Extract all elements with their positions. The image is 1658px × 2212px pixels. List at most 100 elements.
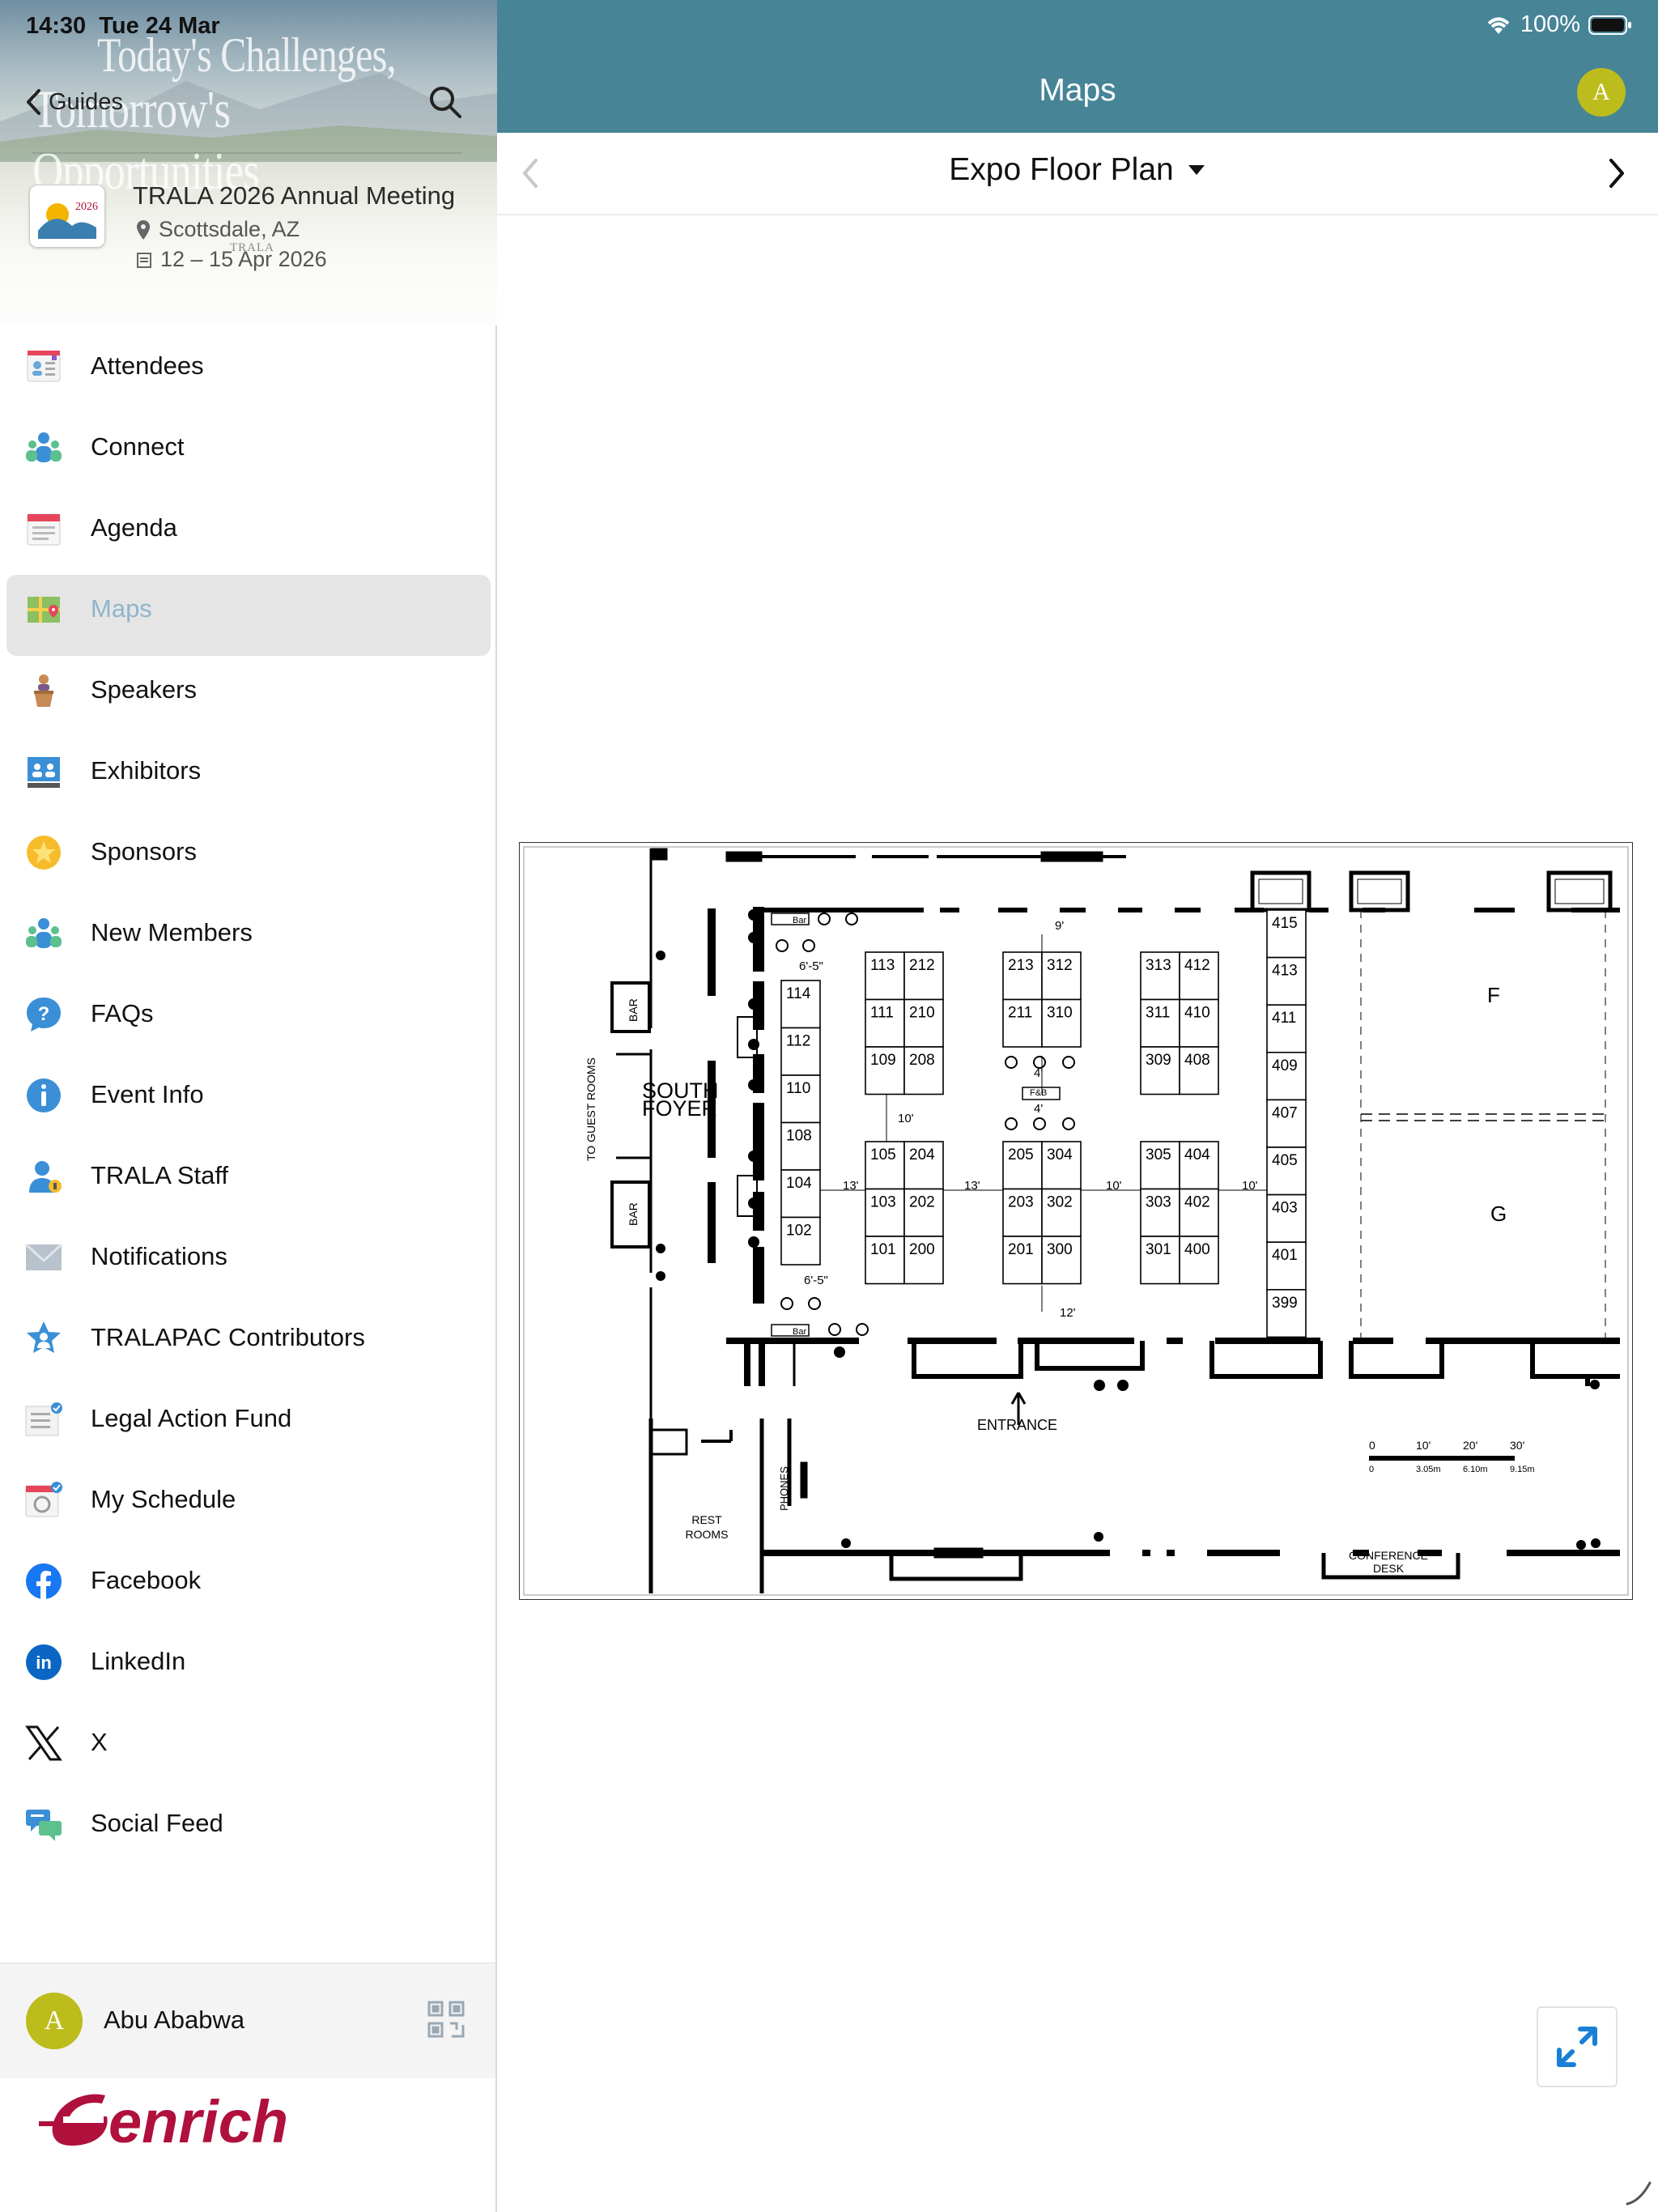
sidebar-item-legal-action-fund[interactable]: Legal Action Fund (0, 1378, 497, 1459)
booth-number: 101 (870, 1241, 896, 1258)
fullscreen-button[interactable] (1537, 2006, 1618, 2087)
svg-text:enrich: enrich (108, 2088, 288, 2155)
bar-small-label: Bar (793, 916, 806, 925)
bar-small-label: Bar (793, 1327, 806, 1337)
sidebar-item-maps[interactable]: Maps (0, 568, 497, 656)
booth-number: 310 (1047, 1005, 1073, 1022)
phones-label: PHONES (778, 1466, 790, 1511)
sidebar-item-tralapac[interactable]: TRALAPAC Contributors (0, 1297, 497, 1378)
booth-number: 309 (1146, 1052, 1171, 1069)
expand-icon (1557, 2027, 1597, 2067)
sidebar-item-trala-staff[interactable]: TRALA Staff (0, 1135, 497, 1216)
qr-code-icon[interactable] (427, 2001, 465, 2038)
sidebar-item-label: TRALAPAC Contributors (91, 1323, 365, 1351)
sidebar-item-attendees[interactable]: Attendees (0, 325, 497, 406)
booth-number: 211 (1008, 1005, 1032, 1022)
sidebar-item-label: My Schedule (91, 1485, 236, 1513)
caret-down-icon (1188, 165, 1205, 175)
status-bar: 14:30 Tue 24 Mar 100% (0, 0, 1658, 50)
booth-number: 114 (786, 985, 811, 1002)
dimension-label: 12' (1060, 1306, 1076, 1320)
sidebar-item-connect[interactable]: Connect (0, 406, 497, 487)
speakers-icon (34, 674, 53, 707)
booth-number: 407 (1272, 1104, 1298, 1121)
sidebar-item-speakers[interactable]: Speakers (0, 649, 497, 730)
dimension-label: 9' (1055, 919, 1064, 933)
sidebar-item-exhibitors[interactable]: Exhibitors (0, 730, 497, 811)
sidebar-item-my-schedule[interactable]: My Schedule (0, 1459, 497, 1540)
booth-number: 399 (1272, 1295, 1298, 1312)
next-map-button[interactable] (1606, 157, 1627, 189)
avatar: A (26, 1993, 83, 2049)
booth-number: 212 (909, 957, 935, 974)
event-location: Scottsdale, AZ (136, 217, 300, 242)
sidebar-item-notifications[interactable]: Notifications (0, 1216, 497, 1297)
scale-bar (1369, 1456, 1515, 1461)
booth-number: 304 (1047, 1146, 1073, 1163)
sidebar-item-label: Exhibitors (91, 756, 202, 785)
sidebar-item-facebook[interactable]: Facebook (0, 1540, 497, 1621)
sidebar-item-social-feed[interactable]: Social Feed (0, 1783, 497, 1864)
sidebar-item-label: Connect (91, 432, 185, 461)
sidebar-item-label: FAQs (91, 999, 154, 1027)
booth-number: 112 (786, 1033, 810, 1050)
guest-rooms-label: TO GUEST ROOMS (585, 1057, 597, 1161)
booth-number: 305 (1146, 1146, 1171, 1163)
my-schedule-icon (25, 1482, 62, 1517)
sidebar-item-faqs[interactable]: ? FAQs (0, 973, 497, 1054)
search-icon[interactable] (427, 84, 463, 120)
scale-feet-label: 20' (1463, 1439, 1477, 1452)
booth-number: 410 (1184, 1005, 1210, 1022)
booth-number: 413 (1272, 963, 1298, 980)
booth-number: 403 (1272, 1200, 1298, 1217)
sidebar-item-event-info[interactable]: Event Info (0, 1054, 497, 1135)
calendar-icon (137, 252, 151, 268)
back-button[interactable]: Guides (24, 87, 123, 117)
south-foyer-label: FOYER (642, 1096, 717, 1121)
booth-number: 111 (870, 1005, 894, 1022)
notifications-icon (24, 1243, 63, 1270)
facebook-icon (26, 1563, 62, 1599)
user-profile-row[interactable]: A Abu Ababwa (0, 1963, 495, 2078)
sidebar-item-label: Maps (91, 594, 152, 623)
booth-number: 312 (1047, 957, 1073, 974)
header-avatar[interactable]: A (1577, 68, 1626, 117)
status-right: 100% (1485, 11, 1632, 38)
connect-icon (26, 432, 62, 462)
booth-number: 301 (1146, 1241, 1171, 1258)
dimension-label: 6'-5" (804, 1274, 828, 1287)
sidebar-item-label: Agenda (91, 513, 177, 542)
active-item-background (6, 575, 491, 656)
back-label: Guides (49, 88, 123, 115)
booth-number: 102 (786, 1223, 812, 1240)
exhibitors-icon (28, 757, 60, 788)
location-pin-icon (137, 219, 150, 240)
expo-floor-plan[interactable]: 114 112 110 108 104 102 113 212 111 210 109 208 105 2… (519, 842, 1633, 1600)
sidebar-item-label: Legal Action Fund (91, 1404, 292, 1432)
faqs-icon: ? (27, 998, 61, 1032)
sidebar-item-sponsors[interactable]: Sponsors (0, 811, 497, 892)
enrich-logo: enrich (6, 2079, 491, 2160)
scale-meters-label: 9.15m (1510, 1465, 1535, 1474)
booth-number: 200 (909, 1241, 935, 1258)
sidebar-item-new-members[interactable]: New Members (0, 892, 497, 973)
sidebar-item-agenda[interactable]: Agenda (0, 487, 497, 568)
booth-number: 300 (1047, 1241, 1073, 1258)
new-members-icon (26, 918, 62, 948)
map-selector-dropdown[interactable]: Expo Floor Plan (497, 152, 1658, 188)
sidebar-item-x[interactable]: X (0, 1702, 497, 1783)
booth-number: 405 (1272, 1152, 1298, 1169)
rest-rooms-label: ROOMS (686, 1528, 729, 1541)
booth-number: 108 (786, 1128, 812, 1145)
agenda-icon (27, 513, 61, 546)
booth-number: 204 (909, 1146, 935, 1163)
dimension-label: 6'-5" (799, 959, 823, 973)
scale-feet-label: 0 (1369, 1439, 1375, 1452)
sidebar-item-label: Facebook (91, 1566, 202, 1594)
fb-label: F&B (1030, 1088, 1047, 1098)
sidebar-item-linkedin[interactable]: in LinkedIn (0, 1621, 497, 1702)
legal-fund-icon (25, 1402, 62, 1436)
svg-text:2026: 2026 (75, 201, 98, 213)
booth-number: 412 (1184, 957, 1210, 974)
maps-icon (28, 597, 60, 623)
